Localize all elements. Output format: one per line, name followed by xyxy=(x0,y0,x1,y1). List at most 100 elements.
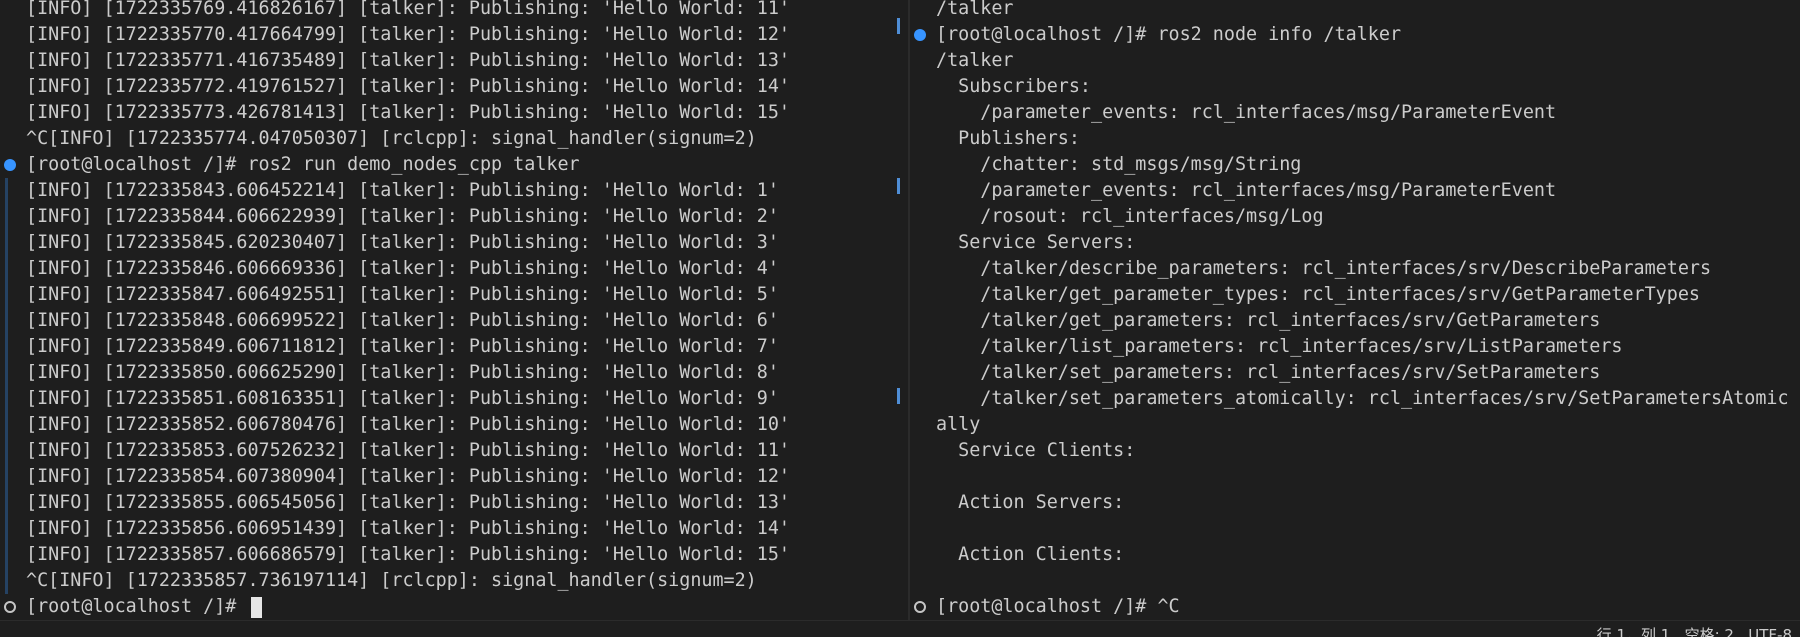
terminal-cursor xyxy=(251,596,263,618)
scrollbar-left[interactable] xyxy=(894,0,904,620)
terminal-line-text: [root@localhost /]# xyxy=(26,596,248,617)
terminal-line: [INFO] [1722335856.606951439] [talker]: … xyxy=(0,516,894,542)
terminal-line-text: [INFO] [1722335852.606780476] [talker]: … xyxy=(26,414,790,435)
output-group-bar xyxy=(5,178,8,204)
terminal-line: [root@localhost /]# ^C xyxy=(910,594,1786,620)
terminal-line: [INFO] [1722335845.620230407] [talker]: … xyxy=(0,230,894,256)
command-decoration-success-icon[interactable] xyxy=(4,159,16,171)
terminal-line: Publishers: xyxy=(910,126,1786,152)
terminal-output-right[interactable]: /talker [root@localhost /]# ros2 node inf… xyxy=(910,0,1789,620)
terminal-line-text: [INFO] [1722335856.606951439] [talker]: … xyxy=(26,518,790,539)
terminal-line-text: /parameter_events: rcl_interfaces/msg/Pa… xyxy=(936,102,1557,123)
terminal-line-text: Action Clients: xyxy=(936,544,1125,565)
terminal-line: /parameter_events: rcl_interfaces/msg/Pa… xyxy=(910,100,1786,126)
terminal-line: /parameter_events: rcl_interfaces/msg/Pa… xyxy=(910,178,1786,204)
terminal-line: /talker/get_parameters: rcl_interfaces/s… xyxy=(910,308,1786,334)
output-group-bar xyxy=(5,464,8,490)
terminal-line-text: [INFO] [1722335848.606699522] [talker]: … xyxy=(26,310,779,331)
terminal-line-text: [INFO] [1722335855.606545056] [talker]: … xyxy=(26,492,790,513)
terminal-line-text: [INFO] [1722335771.416735489] [talker]: … xyxy=(26,50,790,71)
status-bar: 行 1，列 1 空格: 2 UTF-8 xyxy=(0,620,1800,637)
terminal-line-text: [INFO] [1722335770.417664799] [talker]: … xyxy=(26,24,790,45)
terminal-line-text: /chatter: std_msgs/msg/String xyxy=(936,154,1302,175)
terminal-line-text: [INFO] [1722335853.607526232] [talker]: … xyxy=(26,440,790,461)
terminal-line: [INFO] [1722335773.426781413] [talker]: … xyxy=(0,100,894,126)
terminal-line-text: [root@localhost /]# ^C xyxy=(936,596,1180,617)
terminal-line: [INFO] [1722335849.606711812] [talker]: … xyxy=(0,334,894,360)
command-decoration-pending-icon[interactable] xyxy=(4,601,16,613)
terminal-line-text: [INFO] [1722335845.620230407] [talker]: … xyxy=(26,232,779,253)
terminal-line: [root@localhost /]# ros2 run demo_nodes_… xyxy=(0,152,894,178)
command-decoration-pending-icon[interactable] xyxy=(914,601,926,613)
output-group-bar xyxy=(5,282,8,308)
terminal-line-text: [root@localhost /]# ros2 run demo_nodes_… xyxy=(26,154,580,175)
terminal-line-text: [INFO] [1722335847.606492551] [talker]: … xyxy=(26,284,779,305)
terminal-line-text: /talker xyxy=(936,50,1014,71)
terminal-line: /talker/get_parameter_types: rcl_interfa… xyxy=(910,282,1786,308)
terminal-line-text: [INFO] [1722335851.608163351] [talker]: … xyxy=(26,388,779,409)
scroll-decoration-marker xyxy=(897,388,900,404)
output-group-bar xyxy=(5,490,8,516)
output-group-bar xyxy=(5,568,8,594)
terminal-line-text: [INFO] [1722335843.606452214] [talker]: … xyxy=(26,180,779,201)
terminal-line-text: /talker/set_parameters_atomically: rcl_i… xyxy=(936,388,1789,409)
output-group-bar xyxy=(5,516,8,542)
terminal-line: [INFO] [1722335846.606669336] [talker]: … xyxy=(0,256,894,282)
output-group-bar xyxy=(5,438,8,464)
terminal-line: [INFO] [1722335770.417664799] [talker]: … xyxy=(0,22,894,48)
terminal-line-text: ally xyxy=(936,414,981,435)
terminal-line-text: [INFO] [1722335773.426781413] [talker]: … xyxy=(26,102,790,123)
terminal-line-text: Service Clients: xyxy=(936,440,1136,461)
terminal-line-text: [INFO] [1722335846.606669336] [talker]: … xyxy=(26,258,779,279)
terminal-line: [INFO] [1722335769.416826167] [talker]: … xyxy=(0,0,894,22)
terminal-line: Action Servers: xyxy=(910,490,1786,516)
terminal-pane-left[interactable]: [INFO] [1722335769.416826167] [talker]: … xyxy=(0,0,908,620)
terminal-line: [INFO] [1722335855.606545056] [talker]: … xyxy=(0,490,894,516)
scroll-decoration-marker xyxy=(897,178,900,194)
terminal-line: ally xyxy=(910,412,1786,438)
terminal-line-text: /talker/get_parameters: rcl_interfaces/s… xyxy=(936,310,1601,331)
output-group-bar xyxy=(5,360,8,386)
terminal-line: [INFO] [1722335857.606686579] [talker]: … xyxy=(0,542,894,568)
terminal-line-text: [INFO] [1722335857.606686579] [talker]: … xyxy=(26,544,790,565)
output-group-bar xyxy=(5,204,8,230)
terminal-line: [INFO] [1722335852.606780476] [talker]: … xyxy=(0,412,894,438)
terminal-line: /talker xyxy=(910,48,1786,74)
terminal-line: [INFO] [1722335844.606622939] [talker]: … xyxy=(0,204,894,230)
terminal-line: Service Servers: xyxy=(910,230,1786,256)
terminal-line: [root@localhost /]# ros2 node info /talk… xyxy=(910,22,1786,48)
command-decoration-success-icon[interactable] xyxy=(914,29,926,41)
terminal-line-text: /talker/set_parameters: rcl_interfaces/s… xyxy=(936,362,1601,383)
terminal-line: [INFO] [1722335847.606492551] [talker]: … xyxy=(0,282,894,308)
scrollbar-right[interactable] xyxy=(1788,0,1798,620)
terminal-line-text: Service Servers: xyxy=(936,232,1136,253)
terminal-line: [root@localhost /]# xyxy=(0,594,894,620)
terminal-line: /talker/describe_parameters: rcl_interfa… xyxy=(910,256,1786,282)
terminal-line-text: Subscribers: xyxy=(936,76,1092,97)
terminal-line: [INFO] [1722335853.607526232] [talker]: … xyxy=(0,438,894,464)
terminal-line-text: /rosout: rcl_interfaces/msg/Log xyxy=(936,206,1324,227)
terminal-line-text: [INFO] [1722335850.606625290] [talker]: … xyxy=(26,362,779,383)
terminal-line-text: [INFO] [1722335772.419761527] [talker]: … xyxy=(26,76,790,97)
terminal-line-text: /talker xyxy=(936,0,1014,19)
terminal-line: [INFO] [1722335850.606625290] [talker]: … xyxy=(0,360,894,386)
terminal-line: [INFO] [1722335843.606452214] [talker]: … xyxy=(0,178,894,204)
terminal-output-left[interactable]: [INFO] [1722335769.416826167] [talker]: … xyxy=(0,0,894,620)
terminal-line: /chatter: std_msgs/msg/String xyxy=(910,152,1786,178)
terminal-line-text: [INFO] [1722335849.606711812] [talker]: … xyxy=(26,336,779,357)
terminal-line: Action Clients: xyxy=(910,542,1786,568)
terminal-line-text: Publishers: xyxy=(936,128,1080,149)
terminal-line-text: [INFO] [1722335854.607380904] [talker]: … xyxy=(26,466,790,487)
terminal-pane-right[interactable]: /talker [root@localhost /]# ros2 node inf… xyxy=(910,0,1800,620)
terminal-line: [INFO] [1722335772.419761527] [talker]: … xyxy=(0,74,894,100)
status-bar-text[interactable]: 行 1，列 1 空格: 2 UTF-8 xyxy=(1597,623,1792,637)
output-group-bar xyxy=(5,386,8,412)
terminal-line-text: /talker/list_parameters: rcl_interfaces/… xyxy=(936,336,1623,357)
terminal-line: ^C[INFO] [1722335857.736197114] [rclcpp]… xyxy=(0,568,894,594)
terminal-line-text: /parameter_events: rcl_interfaces/msg/Pa… xyxy=(936,180,1557,201)
terminal-line: /talker/set_parameters: rcl_interfaces/s… xyxy=(910,360,1786,386)
output-group-bar xyxy=(5,230,8,256)
